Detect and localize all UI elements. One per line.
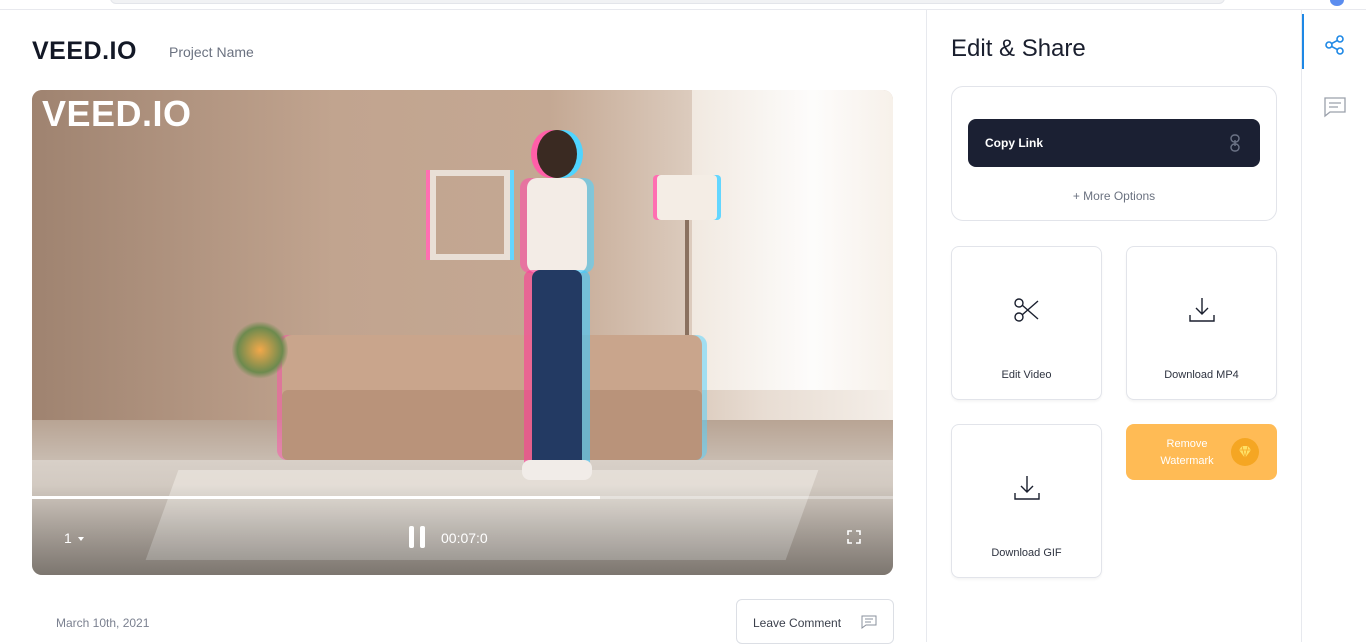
video-frame-sofa-seat bbox=[282, 390, 702, 460]
edit-share-panel: Edit & Share Copy Link + More Options Ed… bbox=[927, 10, 1301, 642]
download-gif-label: Download GIF bbox=[991, 547, 1062, 559]
fullscreen-icon[interactable] bbox=[847, 530, 861, 544]
share-card: Copy Link + More Options bbox=[951, 86, 1277, 221]
pause-icon-bar-right bbox=[420, 526, 425, 548]
video-player[interactable]: VEED.IO 1 00:07:0 bbox=[32, 90, 893, 575]
right-icon-rail bbox=[1301, 10, 1366, 642]
upload-date: March 10th, 2021 bbox=[56, 616, 150, 630]
download-icon bbox=[1189, 298, 1215, 322]
progress-fill bbox=[32, 496, 601, 499]
copy-link-label: Copy Link bbox=[985, 136, 1044, 150]
panel-title: Edit & Share bbox=[951, 35, 1086, 62]
scissors-icon bbox=[1014, 298, 1039, 322]
playback-speed-select[interactable]: 1 bbox=[64, 530, 84, 546]
copy-link-button[interactable]: Copy Link bbox=[968, 119, 1260, 167]
download-icon bbox=[1014, 476, 1040, 500]
progress-bar[interactable] bbox=[32, 496, 893, 499]
pause-icon-bar-left bbox=[409, 526, 414, 548]
person-body bbox=[527, 178, 587, 273]
active-indicator bbox=[1302, 14, 1304, 69]
edit-video-tile[interactable]: Edit Video bbox=[951, 246, 1102, 400]
leave-comment-button[interactable]: Leave Comment bbox=[736, 599, 894, 644]
chevron-down-icon bbox=[77, 537, 84, 542]
person-legs bbox=[532, 270, 582, 470]
more-options-link[interactable]: + More Options bbox=[952, 189, 1276, 203]
share-icon[interactable] bbox=[1324, 34, 1346, 56]
main-area: VEED.IO Project Name VEED.IO 1 00:07:0 M… bbox=[0, 10, 926, 644]
video-frame-window bbox=[692, 90, 893, 390]
pause-button[interactable] bbox=[409, 526, 425, 548]
premium-badge bbox=[1231, 438, 1259, 466]
profile-dot[interactable] bbox=[1330, 0, 1344, 6]
video-frame-lamp bbox=[657, 175, 717, 220]
diamond-icon bbox=[1239, 445, 1251, 459]
remove-watermark-label: Remove Watermark bbox=[1160, 438, 1214, 467]
person-head bbox=[537, 130, 577, 178]
download-mp4-label: Download MP4 bbox=[1164, 369, 1239, 381]
playback-speed-value: 1 bbox=[64, 530, 72, 546]
browser-top-strip bbox=[0, 0, 1366, 10]
edit-video-label: Edit Video bbox=[1001, 369, 1052, 381]
current-time: 00:07:0 bbox=[441, 530, 488, 546]
download-mp4-tile[interactable]: Download MP4 bbox=[1126, 246, 1277, 400]
person-feet bbox=[522, 460, 592, 480]
video-watermark: VEED.IO bbox=[42, 93, 192, 134]
logo[interactable]: VEED.IO bbox=[32, 37, 137, 66]
video-frame-picture bbox=[430, 170, 510, 260]
address-bar[interactable] bbox=[110, 0, 1225, 4]
download-gif-tile[interactable]: Download GIF bbox=[951, 424, 1102, 578]
project-name[interactable]: Project Name bbox=[169, 44, 254, 60]
leave-comment-label: Leave Comment bbox=[753, 616, 842, 630]
comments-icon[interactable] bbox=[1324, 96, 1346, 118]
video-frame-plant bbox=[232, 320, 288, 380]
link-icon bbox=[1230, 134, 1240, 152]
comment-icon bbox=[861, 615, 877, 629]
video-frame-person bbox=[502, 130, 612, 500]
remove-watermark-button[interactable]: Remove Watermark bbox=[1126, 424, 1277, 480]
